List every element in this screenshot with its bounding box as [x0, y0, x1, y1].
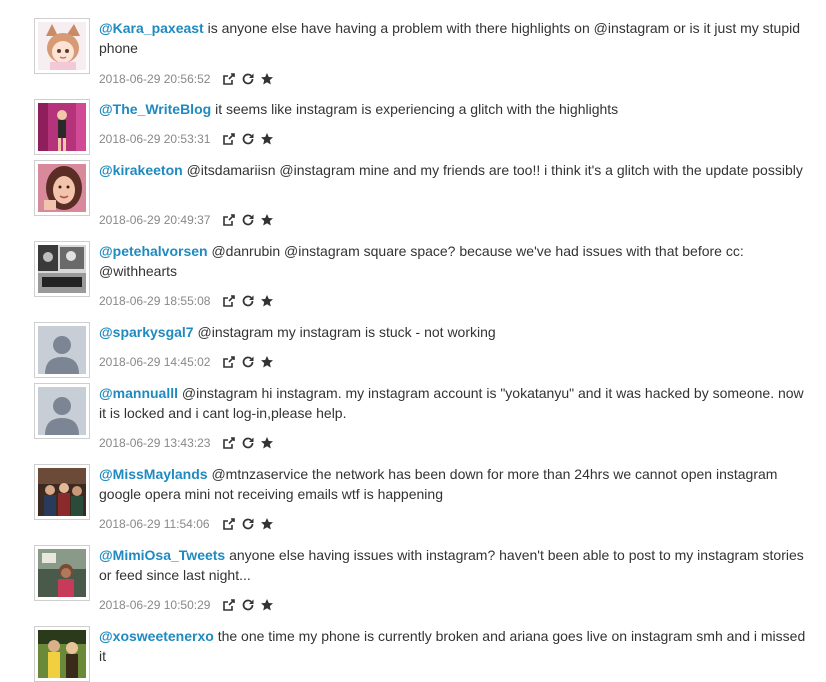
- star-icon[interactable]: [260, 213, 274, 227]
- timestamp: 2018-06-29 14:45:02: [99, 355, 211, 369]
- tweet-text: @MissMaylands @mtnzaservice the network …: [99, 464, 811, 504]
- refresh-icon[interactable]: [241, 213, 255, 227]
- avatar[interactable]: [34, 383, 90, 439]
- avatar[interactable]: [34, 626, 90, 682]
- refresh-icon[interactable]: [241, 436, 255, 450]
- tweet-feed: @Kara_paxeast is anyone else have having…: [0, 0, 826, 682]
- timestamp: 2018-06-29 20:56:52: [99, 72, 211, 86]
- tweet-meta: 2018-06-29 13:43:23: [99, 433, 279, 453]
- tweet-body: @instagram hi instagram. my instagram ac…: [99, 385, 804, 421]
- star-icon[interactable]: [260, 517, 274, 531]
- user-handle-link[interactable]: @MissMaylands: [99, 466, 208, 482]
- person-photo-avatar-icon: [38, 549, 86, 597]
- user-handle-link[interactable]: @Kara_paxeast: [99, 20, 204, 36]
- star-icon[interactable]: [260, 436, 274, 450]
- tweet-text: @kirakeeton @itsdamariisn @instagram min…: [99, 160, 811, 180]
- refresh-icon[interactable]: [241, 598, 255, 612]
- star-icon[interactable]: [260, 598, 274, 612]
- refresh-icon[interactable]: [241, 517, 255, 531]
- anime-character-avatar-icon: [38, 22, 86, 70]
- user-handle-link[interactable]: @mannualll: [99, 385, 178, 401]
- user-handle-link[interactable]: @petehalvorsen: [99, 243, 208, 259]
- tweet-meta: 2018-06-29 14:45:02: [99, 352, 279, 372]
- timestamp: 2018-06-29 10:50:29: [99, 598, 211, 612]
- timestamp: 2018-06-29 18:55:08: [99, 294, 211, 308]
- user-handle-link[interactable]: @MimiOsa_Tweets: [99, 547, 225, 563]
- default-user-avatar-icon: [38, 326, 86, 374]
- person-photo-avatar-icon: [38, 164, 86, 212]
- timestamp: 2018-06-29 20:49:37: [99, 213, 211, 227]
- tweet-meta: 2018-06-29 10:50:29: [99, 595, 279, 615]
- share-icon[interactable]: [222, 517, 236, 531]
- star-icon[interactable]: [260, 132, 274, 146]
- tweet-text: @MimiOsa_Tweets anyone else having issue…: [99, 545, 811, 585]
- tweet-text: @sparkysgal7 @instagram my instagram is …: [99, 322, 811, 342]
- user-handle-link[interactable]: @kirakeeton: [99, 162, 183, 178]
- refresh-icon[interactable]: [241, 355, 255, 369]
- tweet-body: @instagram my instagram is stuck - not w…: [193, 324, 496, 340]
- share-icon[interactable]: [222, 72, 236, 86]
- avatar[interactable]: [34, 241, 90, 297]
- timestamp: 2018-06-29 13:43:23: [99, 436, 211, 450]
- tweet-meta: 2018-06-29 18:55:08: [99, 291, 279, 311]
- tweet-text: @mannualll @instagram hi instagram. my i…: [99, 383, 811, 423]
- tweet-text: @petehalvorsen @danrubin @instagram squa…: [99, 241, 811, 281]
- timestamp: 2018-06-29 11:54:06: [99, 517, 210, 531]
- tweet-text: @xosweetenerxo the one time my phone is …: [99, 626, 811, 666]
- tweet-text: @The_WriteBlog it seems like instagram i…: [99, 99, 811, 119]
- refresh-icon[interactable]: [241, 294, 255, 308]
- default-user-avatar-icon: [38, 387, 86, 435]
- refresh-icon[interactable]: [241, 132, 255, 146]
- timestamp: 2018-06-29 20:53:31: [99, 132, 211, 146]
- refresh-icon[interactable]: [241, 72, 255, 86]
- share-icon[interactable]: [222, 355, 236, 369]
- bw-photo-avatar-icon: [38, 245, 86, 293]
- star-icon[interactable]: [260, 294, 274, 308]
- user-handle-link[interactable]: @xosweetenerxo: [99, 628, 214, 644]
- avatar[interactable]: [34, 322, 90, 378]
- group-photo-avatar-icon: [38, 468, 86, 516]
- share-icon[interactable]: [222, 436, 236, 450]
- star-icon[interactable]: [260, 355, 274, 369]
- person-photo-avatar-icon: [38, 630, 86, 678]
- avatar[interactable]: [34, 464, 90, 520]
- star-icon[interactable]: [260, 72, 274, 86]
- user-handle-link[interactable]: @sparkysgal7: [99, 324, 194, 340]
- tweet-body: is anyone else have having a problem wit…: [99, 20, 801, 56]
- share-icon[interactable]: [222, 598, 236, 612]
- tweet-body: @itsdamariisn @instagram mine and my fri…: [182, 162, 803, 178]
- share-icon[interactable]: [222, 213, 236, 227]
- tweet-meta: 2018-06-29 20:56:52: [99, 69, 279, 89]
- avatar[interactable]: [34, 99, 90, 155]
- avatar[interactable]: [34, 545, 90, 601]
- tweet-meta: 2018-06-29 20:53:31: [99, 129, 279, 149]
- tweet-body: it seems like instagram is experiencing …: [211, 101, 619, 117]
- person-photo-avatar-icon: [38, 103, 86, 151]
- tweet-meta: 2018-06-29 20:49:37: [99, 210, 279, 230]
- user-handle-link[interactable]: @The_WriteBlog: [99, 101, 211, 117]
- tweet-meta: 2018-06-29 11:54:06: [99, 514, 279, 534]
- share-icon[interactable]: [222, 294, 236, 308]
- avatar[interactable]: [34, 160, 90, 216]
- tweet-text: @Kara_paxeast is anyone else have having…: [99, 18, 811, 58]
- share-icon[interactable]: [222, 132, 236, 146]
- avatar[interactable]: [34, 18, 90, 74]
